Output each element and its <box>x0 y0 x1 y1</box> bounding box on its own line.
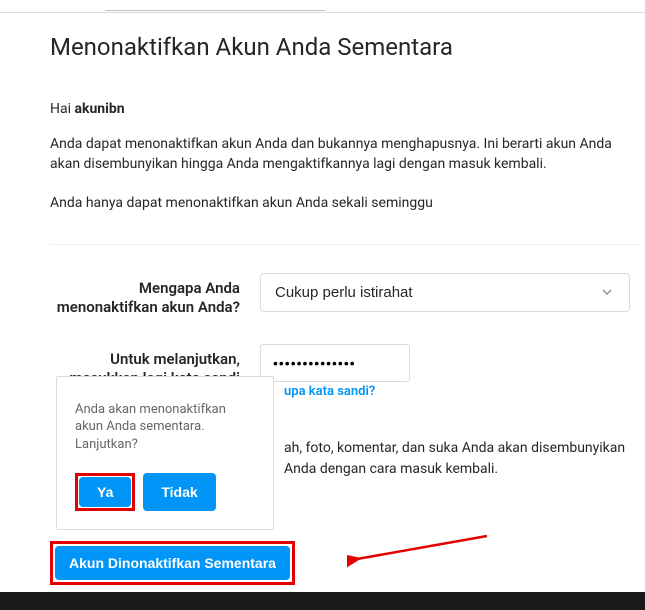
reason-value: Cukup perlu istirahat <box>275 284 413 301</box>
username: akunibn <box>74 101 124 117</box>
bottom-bar <box>0 592 645 610</box>
divider <box>50 244 640 245</box>
page-title: Menonaktifkan Akun Anda Sementara <box>50 33 645 61</box>
description-1: Anda dapat menonaktifkan akun Anda dan b… <box>50 135 640 174</box>
forgot-password-link[interactable]: upa kata sandi? <box>284 384 375 399</box>
reason-select[interactable]: Cukup perlu istirahat <box>260 273 630 312</box>
greeting-prefix: Hai <box>50 101 74 117</box>
no-button[interactable]: Tidak <box>143 473 215 511</box>
deactivate-button[interactable]: Akun Dinonaktifkan Sementara <box>55 546 290 580</box>
primary-highlight: Akun Dinonaktifkan Sementara <box>50 541 295 585</box>
chevron-down-icon <box>599 284 615 300</box>
reason-label: Mengapa Anda menonaktifkan akun Anda? <box>50 273 260 317</box>
description-2: Anda hanya dapat menonaktifkan akun Anda… <box>50 194 640 214</box>
info-text: ah, foto, komentar, dan suka Anda akan d… <box>284 438 644 480</box>
yes-button[interactable]: Ya <box>79 477 131 507</box>
arrow-annotation-icon <box>347 531 497 571</box>
greeting: Hai akunibn <box>50 101 645 117</box>
confirm-popup: Anda akan menonaktifkan akun Anda sement… <box>56 376 274 531</box>
popup-message: Anda akan menonaktifkan akun Anda sement… <box>75 401 255 454</box>
yes-highlight: Ya <box>75 473 135 511</box>
